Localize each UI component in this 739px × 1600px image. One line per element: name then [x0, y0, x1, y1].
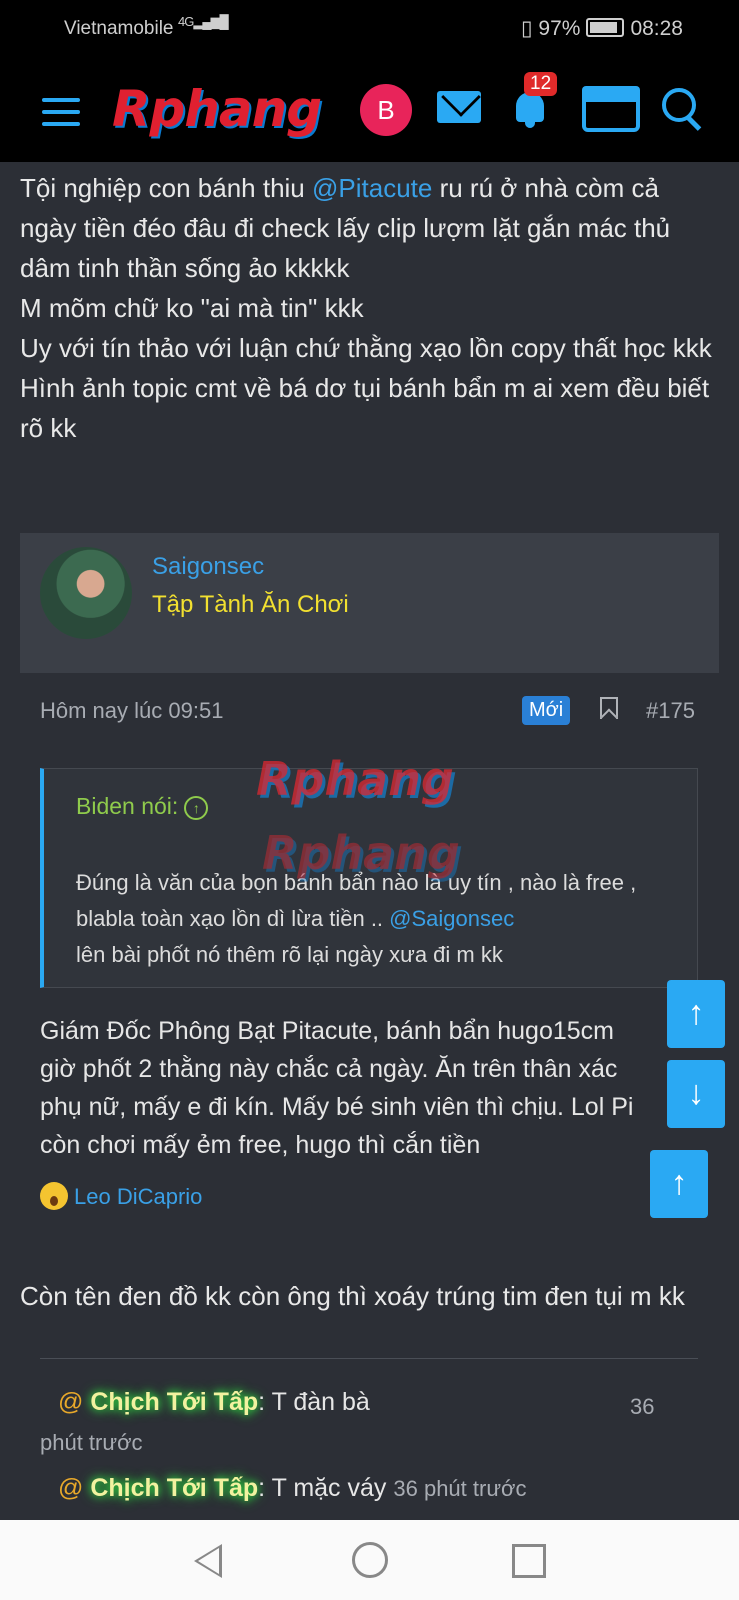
shout-time: phút trước — [40, 1430, 143, 1455]
bookmark-icon[interactable] — [600, 697, 618, 719]
post-body: Tội nghiệp con bánh thiu @Pitacute ru rú… — [20, 173, 712, 443]
mail-icon[interactable] — [437, 91, 481, 123]
battery-percent: 97% — [538, 17, 581, 40]
signal-icon: 4G▂▄▆█ — [178, 14, 229, 29]
quote-text: Đúng là văn của bọn bánh bẩn nào là uy t… — [76, 870, 637, 967]
store-icon[interactable] — [582, 86, 640, 132]
site-logo[interactable]: Rphang — [112, 80, 322, 138]
scroll-down-button[interactable]: ↓ — [667, 1060, 725, 1128]
shout-time: 36 — [630, 1394, 655, 1419]
post-timestamp[interactable]: Hôm nay lúc 09:51 — [40, 698, 223, 724]
user-title: Tập Tành Ăn Chơi — [152, 591, 349, 618]
user-card: Saigonsec Tập Tành Ăn Chơi — [20, 533, 719, 673]
user-avatar-button[interactable]: B — [360, 84, 412, 136]
network-type: 4G — [178, 14, 194, 29]
watermark-logo: Rphang — [256, 752, 454, 806]
mention-link[interactable]: @Pitacute — [312, 173, 432, 203]
carrier-label: Vietnamobile — [64, 18, 174, 39]
menu-icon[interactable] — [42, 98, 80, 126]
scroll-up-button[interactable]: ↑ — [667, 980, 725, 1048]
top-navigation: Rphang B 12 — [0, 58, 739, 162]
shout-user[interactable]: Chịch Tới Tấp — [90, 1474, 258, 1502]
home-icon[interactable] — [352, 1542, 388, 1578]
shout-line: @ Chịch Tới Tấp: T đàn bà — [58, 1388, 370, 1416]
shout-user[interactable]: Chịch Tới Tấp — [90, 1388, 258, 1416]
notification-badge: 12 — [524, 72, 558, 96]
post-number[interactable]: #175 — [646, 698, 695, 724]
status-bar: Vietnamobile 4G▂▄▆█ ▯ 97% 08:28 — [0, 0, 739, 58]
watermark-logo: Rphang — [262, 826, 460, 880]
comment-text: Còn tên đen đồ kk còn ông thì xoáy trúng… — [20, 1281, 685, 1311]
system-nav-bar — [0, 1520, 739, 1600]
divider — [40, 1358, 698, 1359]
back-to-top-button[interactable]: ↑ — [650, 1150, 708, 1218]
avatar[interactable] — [40, 547, 132, 639]
battery-icon — [586, 18, 625, 37]
reaction-summary[interactable]: Leo DiCaprio — [40, 1182, 202, 1210]
vibrate-icon: ▯ — [521, 17, 533, 40]
mention-link[interactable]: @Saigonsec — [389, 906, 514, 931]
username[interactable]: Saigonsec — [152, 553, 264, 581]
search-icon[interactable] — [662, 88, 696, 122]
reply-text: Giám Đốc Phông Bạt Pitacute, bánh bẩn hu… — [40, 1017, 634, 1159]
wow-emoji-icon — [40, 1182, 68, 1210]
arrow-up-circle-icon[interactable]: ↑ — [184, 796, 209, 820]
new-badge: Mới — [522, 696, 571, 725]
recent-apps-icon[interactable] — [512, 1544, 546, 1578]
clock: 08:28 — [630, 17, 683, 40]
status-right: ▯ 97% 08:28 — [521, 16, 683, 41]
quote-author[interactable]: Biden nói: ↑ — [76, 793, 209, 820]
back-icon[interactable] — [194, 1544, 222, 1578]
shout-line: @ Chịch Tới Tấp: T mặc váy 36 phút trước — [58, 1474, 527, 1502]
